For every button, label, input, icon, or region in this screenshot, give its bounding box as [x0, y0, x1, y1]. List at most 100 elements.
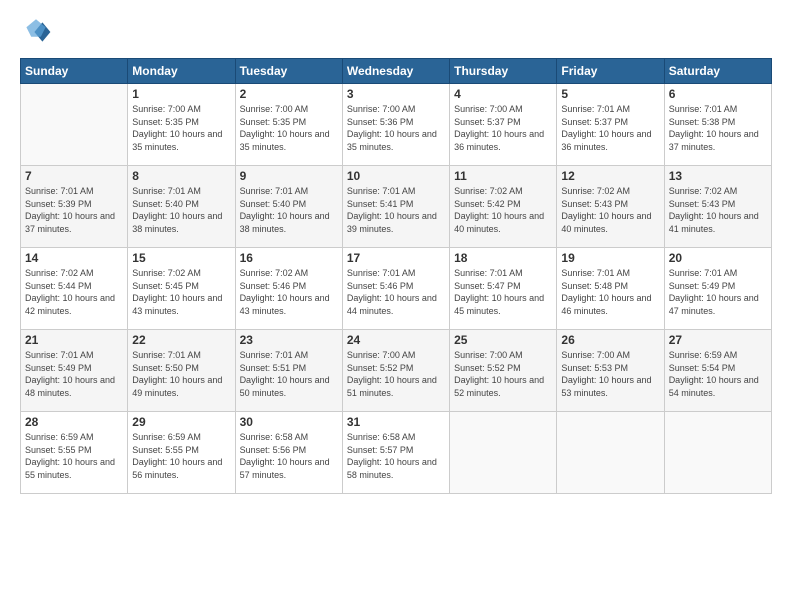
calendar-cell: 25 Sunrise: 7:00 AMSunset: 5:52 PMDayligh…	[450, 330, 557, 412]
day-info: Sunrise: 7:02 AMSunset: 5:45 PMDaylight:…	[132, 267, 230, 317]
day-number: 13	[669, 169, 767, 183]
day-number: 30	[240, 415, 338, 429]
day-info: Sunrise: 7:01 AMSunset: 5:41 PMDaylight:…	[347, 185, 445, 235]
day-number: 29	[132, 415, 230, 429]
calendar-cell: 21 Sunrise: 7:01 AMSunset: 5:49 PMDayligh…	[21, 330, 128, 412]
calendar-cell: 16 Sunrise: 7:02 AMSunset: 5:46 PMDayligh…	[235, 248, 342, 330]
day-info: Sunrise: 7:01 AMSunset: 5:48 PMDaylight:…	[561, 267, 659, 317]
day-info: Sunrise: 7:02 AMSunset: 5:43 PMDaylight:…	[561, 185, 659, 235]
day-number: 16	[240, 251, 338, 265]
calendar-cell: 17 Sunrise: 7:01 AMSunset: 5:46 PMDayligh…	[342, 248, 449, 330]
day-number: 1	[132, 87, 230, 101]
day-number: 21	[25, 333, 123, 347]
calendar-cell	[664, 412, 771, 494]
calendar-cell: 8Sunrise: 7:01 AMSunset: 5:40 PMDaylight…	[128, 166, 235, 248]
day-number: 10	[347, 169, 445, 183]
day-number: 17	[347, 251, 445, 265]
day-info: Sunrise: 7:01 AMSunset: 5:51 PMDaylight:…	[240, 349, 338, 399]
calendar-cell: 19 Sunrise: 7:01 AMSunset: 5:48 PMDayligh…	[557, 248, 664, 330]
day-number: 25	[454, 333, 552, 347]
day-number: 9	[240, 169, 338, 183]
day-info: Sunrise: 6:58 AMSunset: 5:57 PMDaylight:…	[347, 431, 445, 481]
day-info: Sunrise: 7:01 AMSunset: 5:39 PMDaylight:…	[25, 185, 123, 235]
week-row-3: 14 Sunrise: 7:02 AMSunset: 5:44 PMDayligh…	[21, 248, 772, 330]
day-info: Sunrise: 6:59 AMSunset: 5:55 PMDaylight:…	[25, 431, 123, 481]
calendar-cell: 31 Sunrise: 6:58 AMSunset: 5:57 PMDayligh…	[342, 412, 449, 494]
day-info: Sunrise: 7:01 AMSunset: 5:37 PMDaylight:…	[561, 103, 659, 153]
day-info: Sunrise: 7:02 AMSunset: 5:43 PMDaylight:…	[669, 185, 767, 235]
day-number: 5	[561, 87, 659, 101]
day-number: 14	[25, 251, 123, 265]
day-info: Sunrise: 7:00 AMSunset: 5:52 PMDaylight:…	[347, 349, 445, 399]
day-number: 23	[240, 333, 338, 347]
weekday-header-tuesday: Tuesday	[235, 59, 342, 84]
day-number: 31	[347, 415, 445, 429]
calendar-table: SundayMondayTuesdayWednesdayThursdayFrid…	[20, 58, 772, 494]
calendar-cell: 4Sunrise: 7:00 AMSunset: 5:37 PMDaylight…	[450, 84, 557, 166]
calendar-cell: 13 Sunrise: 7:02 AMSunset: 5:43 PMDayligh…	[664, 166, 771, 248]
day-info: Sunrise: 7:01 AMSunset: 5:40 PMDaylight:…	[240, 185, 338, 235]
day-info: Sunrise: 6:58 AMSunset: 5:56 PMDaylight:…	[240, 431, 338, 481]
calendar-cell: 14 Sunrise: 7:02 AMSunset: 5:44 PMDayligh…	[21, 248, 128, 330]
day-info: Sunrise: 7:00 AMSunset: 5:35 PMDaylight:…	[240, 103, 338, 153]
day-number: 3	[347, 87, 445, 101]
day-info: Sunrise: 7:00 AMSunset: 5:53 PMDaylight:…	[561, 349, 659, 399]
day-number: 12	[561, 169, 659, 183]
day-info: Sunrise: 7:00 AMSunset: 5:35 PMDaylight:…	[132, 103, 230, 153]
weekday-header-thursday: Thursday	[450, 59, 557, 84]
calendar-cell: 23 Sunrise: 7:01 AMSunset: 5:51 PMDayligh…	[235, 330, 342, 412]
weekday-header-sunday: Sunday	[21, 59, 128, 84]
calendar-cell: 20 Sunrise: 7:01 AMSunset: 5:49 PMDayligh…	[664, 248, 771, 330]
calendar-cell: 7 Sunrise: 7:01 AMSunset: 5:39 PMDaylight…	[21, 166, 128, 248]
weekday-header-saturday: Saturday	[664, 59, 771, 84]
weekday-header-friday: Friday	[557, 59, 664, 84]
calendar-cell	[21, 84, 128, 166]
day-number: 24	[347, 333, 445, 347]
day-info: Sunrise: 7:00 AMSunset: 5:36 PMDaylight:…	[347, 103, 445, 153]
calendar-cell	[557, 412, 664, 494]
day-number: 22	[132, 333, 230, 347]
calendar-cell: 6 Sunrise: 7:01 AMSunset: 5:38 PMDaylight…	[664, 84, 771, 166]
day-info: Sunrise: 7:01 AMSunset: 5:38 PMDaylight:…	[669, 103, 767, 153]
calendar-cell: 27Sunrise: 6:59 AMSunset: 5:54 PMDayligh…	[664, 330, 771, 412]
calendar-page: SundayMondayTuesdayWednesdayThursdayFrid…	[0, 0, 792, 612]
calendar-cell: 30 Sunrise: 6:58 AMSunset: 5:56 PMDayligh…	[235, 412, 342, 494]
day-number: 4	[454, 87, 552, 101]
day-number: 7	[25, 169, 123, 183]
day-info: Sunrise: 7:01 AMSunset: 5:46 PMDaylight:…	[347, 267, 445, 317]
calendar-cell: 3 Sunrise: 7:00 AMSunset: 5:36 PMDaylight…	[342, 84, 449, 166]
day-info: Sunrise: 7:01 AMSunset: 5:49 PMDaylight:…	[669, 267, 767, 317]
day-info: Sunrise: 7:01 AMSunset: 5:47 PMDaylight:…	[454, 267, 552, 317]
day-number: 11	[454, 169, 552, 183]
week-row-5: 28Sunrise: 6:59 AMSunset: 5:55 PMDayligh…	[21, 412, 772, 494]
week-row-4: 21 Sunrise: 7:01 AMSunset: 5:49 PMDayligh…	[21, 330, 772, 412]
day-info: Sunrise: 7:02 AMSunset: 5:44 PMDaylight:…	[25, 267, 123, 317]
calendar-cell	[450, 412, 557, 494]
calendar-cell: 28Sunrise: 6:59 AMSunset: 5:55 PMDayligh…	[21, 412, 128, 494]
day-info: Sunrise: 7:01 AMSunset: 5:49 PMDaylight:…	[25, 349, 123, 399]
day-info: Sunrise: 6:59 AMSunset: 5:55 PMDaylight:…	[132, 431, 230, 481]
day-number: 19	[561, 251, 659, 265]
day-number: 2	[240, 87, 338, 101]
day-info: Sunrise: 7:02 AMSunset: 5:42 PMDaylight:…	[454, 185, 552, 235]
weekday-header-row: SundayMondayTuesdayWednesdayThursdayFrid…	[21, 59, 772, 84]
logo-icon	[20, 16, 52, 48]
day-info: Sunrise: 7:00 AMSunset: 5:52 PMDaylight:…	[454, 349, 552, 399]
day-number: 20	[669, 251, 767, 265]
day-number: 8	[132, 169, 230, 183]
day-number: 6	[669, 87, 767, 101]
day-number: 15	[132, 251, 230, 265]
calendar-cell: 10 Sunrise: 7:01 AMSunset: 5:41 PMDayligh…	[342, 166, 449, 248]
calendar-cell: 5 Sunrise: 7:01 AMSunset: 5:37 PMDaylight…	[557, 84, 664, 166]
day-info: Sunrise: 6:59 AMSunset: 5:54 PMDaylight:…	[669, 349, 767, 399]
weekday-header-monday: Monday	[128, 59, 235, 84]
calendar-cell: 29 Sunrise: 6:59 AMSunset: 5:55 PMDayligh…	[128, 412, 235, 494]
day-info: Sunrise: 7:02 AMSunset: 5:46 PMDaylight:…	[240, 267, 338, 317]
calendar-cell: 26Sunrise: 7:00 AMSunset: 5:53 PMDayligh…	[557, 330, 664, 412]
calendar-cell: 2 Sunrise: 7:00 AMSunset: 5:35 PMDaylight…	[235, 84, 342, 166]
weekday-header-wednesday: Wednesday	[342, 59, 449, 84]
header	[20, 16, 772, 48]
day-info: Sunrise: 7:01 AMSunset: 5:50 PMDaylight:…	[132, 349, 230, 399]
calendar-cell: 18Sunrise: 7:01 AMSunset: 5:47 PMDayligh…	[450, 248, 557, 330]
logo	[20, 16, 56, 48]
